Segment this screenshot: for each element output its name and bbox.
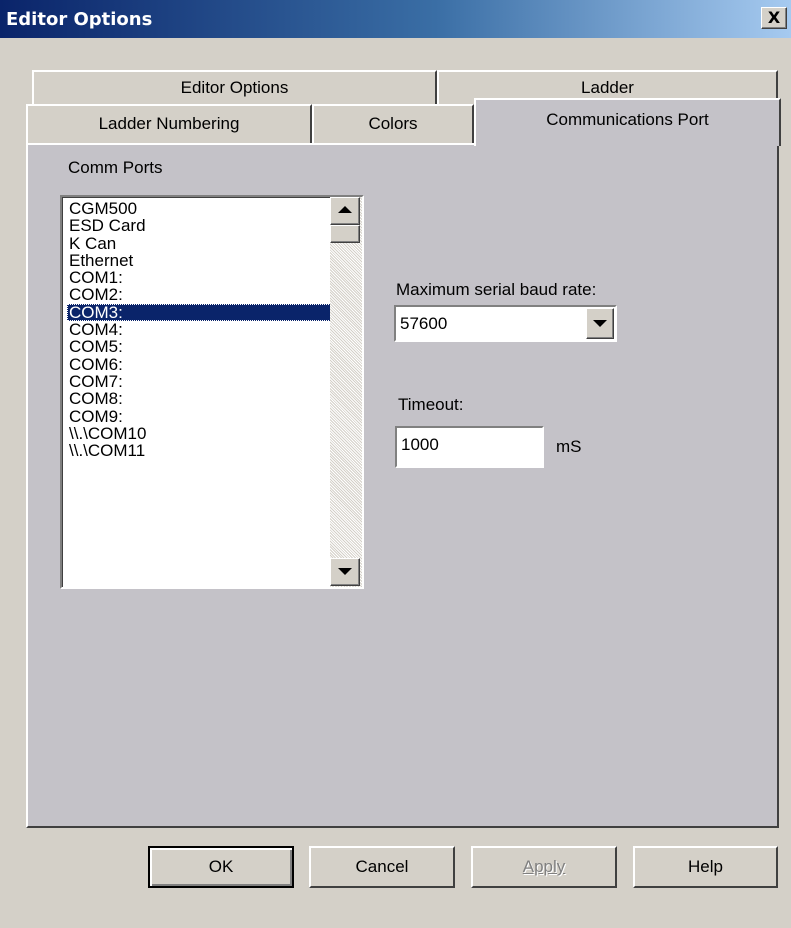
tab-label: Editor Options [180, 78, 289, 97]
tab-label: Communications Port [546, 110, 709, 129]
timeout-label: Timeout: [398, 395, 464, 414]
timeout-input[interactable]: 1000 [395, 426, 544, 468]
close-icon: X [767, 8, 781, 27]
tab-label: Ladder [581, 78, 634, 97]
window-title: Editor Options [6, 9, 153, 30]
list-item[interactable]: COM6: [67, 356, 331, 373]
baud-rate-label: Maximum serial baud rate: [396, 280, 597, 299]
help-button[interactable]: Help [633, 846, 778, 888]
tab-ladder-numbering[interactable]: Ladder Numbering [26, 104, 312, 143]
scroll-up-button[interactable] [330, 197, 360, 225]
cancel-label: Cancel [355, 857, 409, 876]
dropdown-button[interactable] [586, 308, 614, 339]
ok-button[interactable]: OK [148, 846, 294, 888]
list-item[interactable]: COM9: [67, 407, 331, 425]
tab-colors[interactable]: Colors [312, 104, 474, 143]
tab-communications-port[interactable]: Communications Port [474, 98, 781, 146]
tab-editor-options[interactable]: Editor Options [32, 70, 437, 104]
ok-label: OK [208, 857, 234, 876]
comm-ports-list[interactable]: CGM500 ESD Card K Can Ethernet COM1: COM2: COM… [60, 195, 364, 589]
baud-rate-dropdown[interactable]: 57600 [394, 305, 617, 342]
list-item[interactable]: K Can [67, 234, 331, 252]
scroll-thumb[interactable] [330, 225, 360, 243]
scroll-down-button[interactable] [330, 558, 360, 586]
timeout-value: 1000 [401, 435, 439, 454]
list-item[interactable]: COM5: [67, 338, 331, 355]
arrow-up-icon [338, 206, 352, 213]
arrow-down-icon [338, 568, 352, 575]
list-item[interactable]: COM7: [67, 373, 331, 390]
comm-ports-label: Comm Ports [68, 158, 163, 177]
help-label: Help [688, 857, 723, 876]
cancel-button[interactable]: Cancel [309, 846, 455, 888]
list-item[interactable]: COM4: [67, 321, 331, 338]
baud-rate-value: 57600 [400, 314, 448, 333]
vertical-scrollbar[interactable] [330, 197, 362, 587]
list-item[interactable]: \\.\COM11 [67, 442, 331, 459]
chevron-down-icon [593, 320, 607, 327]
list-item[interactable]: ESD Card [67, 217, 331, 234]
apply-label: Apply [522, 857, 566, 876]
title-bar[interactable]: Editor Options X [0, 0, 791, 38]
apply-button[interactable]: Apply [471, 846, 617, 888]
tab-label: Colors [368, 114, 418, 133]
close-button[interactable]: X [761, 7, 787, 29]
list-item[interactable]: COM3: [67, 304, 331, 322]
comm-ports-items: CGM500 ESD Card K Can Ethernet COM1: COM2: COM… [67, 200, 331, 459]
list-item[interactable]: COM2: [67, 286, 331, 303]
list-item[interactable]: CGM500 [67, 200, 331, 217]
list-item[interactable]: COM1: [67, 269, 331, 286]
timeout-unit: mS [556, 437, 582, 456]
list-item[interactable]: \\.\COM10 [67, 425, 331, 442]
list-item[interactable]: Ethernet [67, 252, 331, 269]
tab-label: Ladder Numbering [98, 114, 240, 133]
editor-options-dialog: Editor Options X Editor Options Ladder L… [0, 0, 791, 928]
list-item[interactable]: COM8: [67, 390, 331, 407]
